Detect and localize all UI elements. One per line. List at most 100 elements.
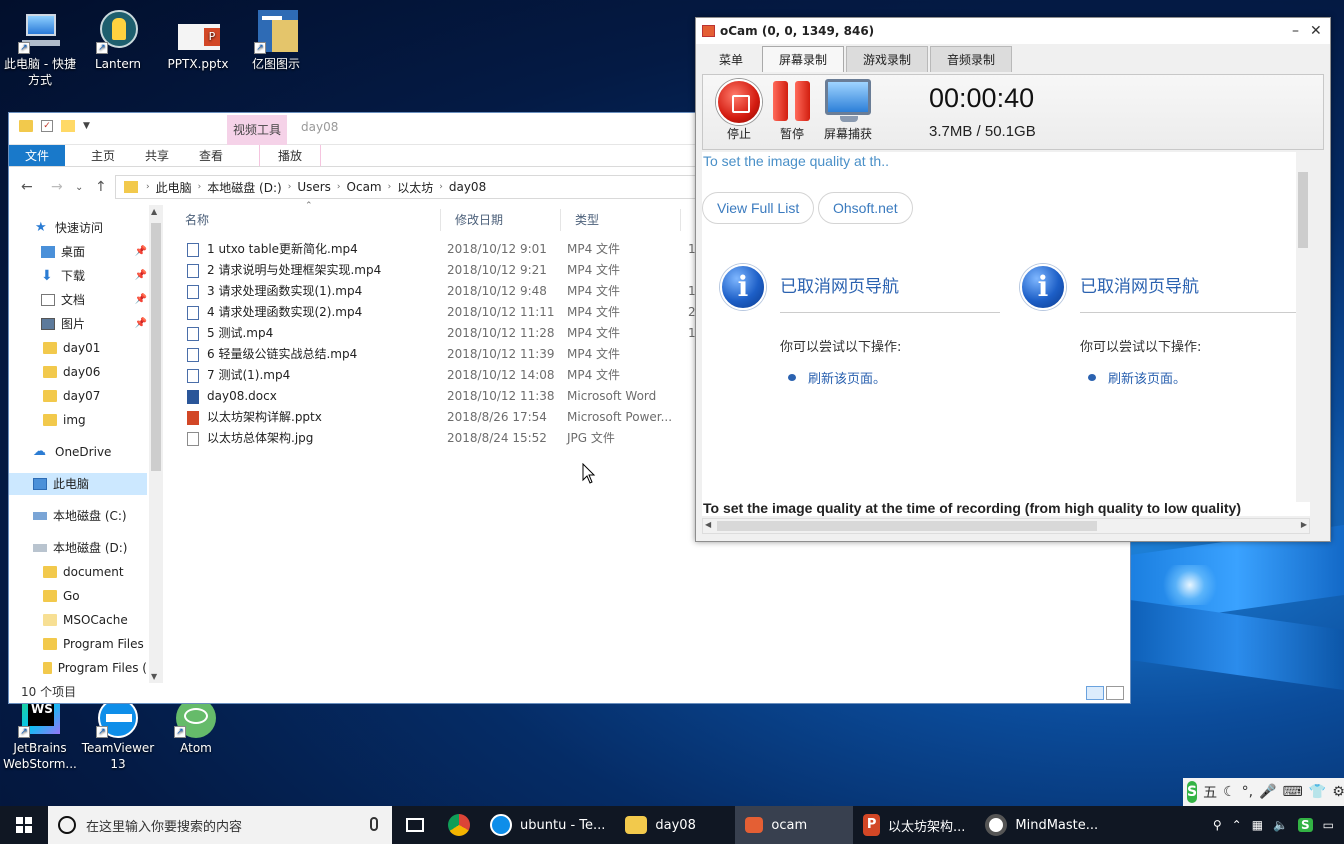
new-folder-icon[interactable] bbox=[61, 120, 75, 132]
desktop-icon-teamviewer[interactable]: ↗ TeamViewer 13 bbox=[78, 696, 158, 772]
details-view-icon[interactable] bbox=[1086, 686, 1104, 700]
nav-img[interactable]: img bbox=[43, 409, 86, 431]
tab-menu[interactable]: 菜单 bbox=[702, 46, 761, 72]
ohsoft-link-button[interactable]: Ohsoft.net bbox=[818, 192, 913, 224]
desktop-icon-pptx[interactable]: P PPTX.pptx bbox=[158, 4, 238, 72]
scroll-thumb[interactable] bbox=[151, 223, 161, 471]
taskbar-explorer[interactable]: day08 bbox=[615, 806, 735, 844]
chevron-up-icon[interactable]: ⌃ bbox=[1232, 818, 1242, 832]
refresh-link[interactable]: 刷新该页面。 bbox=[808, 368, 886, 387]
nav-onedrive[interactable]: ☁ OneDrive bbox=[33, 441, 111, 463]
horizontal-scrollbar[interactable]: ◀ ▶ bbox=[702, 518, 1310, 534]
scroll-thumb[interactable] bbox=[717, 521, 1097, 531]
tools-icon[interactable]: ⚙ bbox=[1332, 784, 1344, 800]
task-view-button[interactable] bbox=[392, 806, 438, 844]
file-row[interactable]: 5 测试.mp4 2018/10/12 11:28 MP4 文件 1 bbox=[185, 323, 705, 344]
sogou-ime-icon[interactable]: S bbox=[1187, 781, 1198, 803]
help-link[interactable]: To set the image quality at th.. bbox=[703, 153, 889, 169]
scroll-up-icon[interactable]: ▲ bbox=[151, 207, 157, 216]
desktop-icon-webstorm[interactable]: WS ↗ JetBrains WebStorm... bbox=[0, 696, 80, 772]
taskbar-ocam[interactable]: ocam bbox=[735, 806, 854, 844]
tab-audio-recording[interactable]: 音频录制 bbox=[930, 46, 1013, 72]
breadcrumb-ethereum[interactable]: 以太坊 bbox=[397, 179, 433, 196]
file-row[interactable]: 以太坊总体架构.jpg 2018/8/24 15:52 JPG 文件 bbox=[185, 428, 705, 449]
column-header-date[interactable]: 修改日期 bbox=[441, 209, 561, 231]
nav-msocache[interactable]: MSOCache bbox=[43, 609, 128, 631]
taskbar-mindmaster[interactable]: MindMaste... bbox=[975, 806, 1108, 844]
nav-downloads[interactable]: ⬇ 下载 📌 bbox=[41, 265, 147, 287]
tab-view[interactable]: 查看 bbox=[195, 145, 251, 166]
column-header-type[interactable]: 类型 bbox=[561, 209, 681, 231]
up-arrow-icon[interactable]: ↑ bbox=[95, 179, 107, 195]
column-header-name[interactable]: 名称 bbox=[171, 209, 441, 231]
nav-program-files[interactable]: Program Files bbox=[43, 633, 144, 655]
minimize-icon[interactable]: – bbox=[1292, 18, 1299, 44]
nav-program-files-x86[interactable]: Program Files ( bbox=[43, 657, 147, 679]
file-row[interactable]: 2 请求说明与处理框架实现.mp4 2018/10/12 9:21 MP4 文件 bbox=[185, 260, 705, 281]
breadcrumb-drive-d[interactable]: 本地磁盘 (D:) bbox=[207, 179, 281, 196]
forward-arrow-icon[interactable]: → bbox=[51, 179, 63, 195]
speaker-icon[interactable]: 🔈 bbox=[1273, 818, 1288, 832]
nav-go[interactable]: Go bbox=[43, 585, 80, 607]
chevron-down-icon[interactable]: ▼ bbox=[83, 121, 90, 131]
desktop-icon-this-pc[interactable]: ↗ 此电脑 - 快捷 方式 bbox=[0, 4, 80, 88]
scroll-down-icon[interactable]: ▼ bbox=[151, 672, 157, 681]
file-row[interactable]: 3 请求处理函数实现(1).mp4 2018/10/12 9:48 MP4 文件… bbox=[185, 281, 705, 302]
file-row[interactable]: 6 轻量级公链实战总结.mp4 2018/10/12 11:39 MP4 文件 bbox=[185, 344, 705, 365]
tab-screen-recording[interactable]: 屏幕录制 bbox=[762, 46, 845, 72]
webview-scrollbar[interactable] bbox=[1296, 152, 1310, 502]
moon-icon[interactable]: ☾ bbox=[1223, 784, 1236, 800]
scroll-right-icon[interactable]: ▶ bbox=[1301, 520, 1307, 529]
ime-mode[interactable]: 五 bbox=[1203, 782, 1217, 802]
breadcrumb-this-pc[interactable]: 此电脑 bbox=[156, 179, 192, 196]
pause-button[interactable]: 暂停 bbox=[771, 79, 813, 142]
keyboard-icon[interactable]: ⌨ bbox=[1283, 784, 1303, 800]
notification-icon[interactable]: ▭ bbox=[1323, 818, 1334, 832]
tab-home[interactable]: 主页 bbox=[65, 145, 145, 166]
nav-day07[interactable]: day07 bbox=[43, 385, 100, 407]
file-row[interactable]: 7 测试(1).mp4 2018/10/12 14:08 MP4 文件 bbox=[185, 365, 705, 386]
breadcrumb-day08[interactable]: day08 bbox=[449, 180, 486, 194]
file-row[interactable]: 1 utxo table更新简化.mp4 2018/10/12 9:01 MP4… bbox=[185, 239, 705, 260]
sogou-tray-icon[interactable]: S bbox=[1298, 818, 1313, 832]
recent-locations-chevron-icon[interactable]: ⌄ bbox=[75, 182, 83, 193]
nav-document[interactable]: document bbox=[43, 561, 124, 583]
taskbar-powerpoint[interactable]: P 以太坊架构... bbox=[853, 806, 975, 844]
screen-capture-button[interactable]: 屏幕捕获 bbox=[821, 79, 875, 142]
taskbar-teamviewer[interactable]: ubuntu - Te... bbox=[480, 806, 615, 844]
punctuation-icon[interactable]: °, bbox=[1242, 784, 1253, 800]
taskbar-chrome[interactable] bbox=[438, 806, 480, 844]
file-row[interactable]: 4 请求处理函数实现(2).mp4 2018/10/12 11:11 MP4 文… bbox=[185, 302, 705, 323]
nav-day01[interactable]: day01 bbox=[43, 337, 100, 359]
desktop-icon-edraw[interactable]: ↗ 亿图图示 bbox=[236, 4, 316, 72]
voice-icon[interactable]: 🎤 bbox=[1259, 784, 1276, 800]
back-arrow-icon[interactable]: ← bbox=[21, 179, 33, 195]
nav-drive-d[interactable]: 本地磁盘 (D:) bbox=[33, 537, 127, 559]
nav-documents[interactable]: 文档 📌 bbox=[41, 289, 147, 311]
taskbar-search-box[interactable]: 在这里输入你要搜索的内容 bbox=[48, 806, 392, 844]
file-row[interactable]: day08.docx 2018/10/12 11:38 Microsoft Wo… bbox=[185, 386, 705, 407]
start-button[interactable] bbox=[0, 806, 48, 844]
nav-desktop[interactable]: 桌面 📌 bbox=[41, 241, 147, 263]
scroll-thumb[interactable] bbox=[1298, 172, 1308, 248]
refresh-link[interactable]: 刷新该页面。 bbox=[1108, 368, 1186, 387]
stop-button[interactable]: 停止 bbox=[715, 79, 763, 146]
skin-icon[interactable]: 👕 bbox=[1309, 784, 1326, 800]
tab-share[interactable]: 共享 bbox=[145, 145, 195, 166]
close-icon[interactable]: ✕ bbox=[1310, 18, 1322, 44]
desktop-icon-lantern[interactable]: ↗ Lantern bbox=[78, 4, 158, 72]
tab-file[interactable]: 文件 bbox=[9, 145, 65, 166]
file-row[interactable]: 以太坊架构详解.pptx 2018/8/26 17:54 Microsoft P… bbox=[185, 407, 705, 428]
properties-icon[interactable]: ✓ bbox=[41, 120, 53, 132]
tab-game-recording[interactable]: 游戏录制 bbox=[846, 46, 929, 72]
breadcrumb-ocam[interactable]: Ocam bbox=[347, 180, 382, 194]
nav-pictures[interactable]: 图片 📌 bbox=[41, 313, 147, 335]
microphone-icon[interactable] bbox=[370, 817, 378, 831]
nav-quick-access[interactable]: ★ 快速访问 bbox=[35, 217, 103, 239]
desktop-icon-atom[interactable]: ↗ Atom bbox=[156, 696, 236, 756]
nav-scrollbar[interactable]: ▲ ▼ bbox=[149, 205, 163, 683]
large-icons-view-icon[interactable] bbox=[1106, 686, 1124, 700]
breadcrumb-users[interactable]: Users bbox=[297, 180, 331, 194]
network-icon[interactable]: ▦ bbox=[1252, 818, 1263, 832]
scroll-left-icon[interactable]: ◀ bbox=[705, 520, 711, 529]
